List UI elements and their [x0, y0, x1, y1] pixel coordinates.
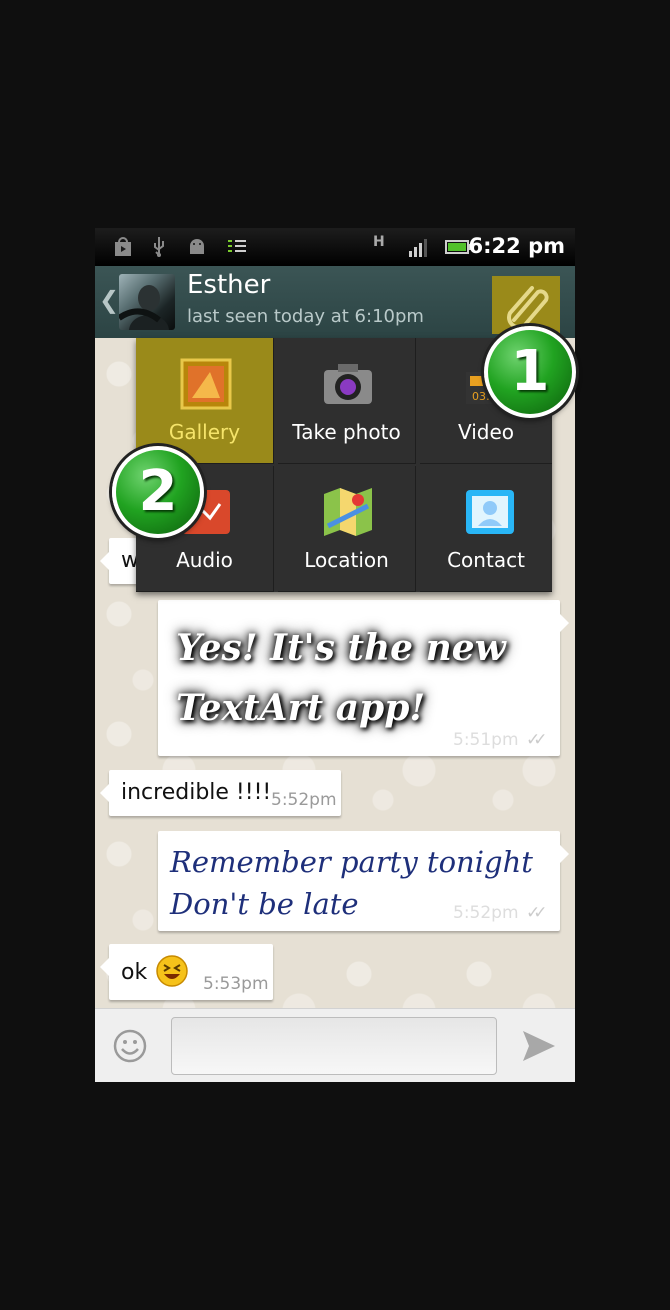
message-bubble-incoming[interactable]: ok 5:53pm: [100, 944, 273, 1000]
message-time: 5:53pm: [203, 974, 269, 994]
read-ticks-icon: ✓✓: [526, 730, 547, 750]
chat-header: ❮ Esther last seen today at 6:10pm: [95, 266, 575, 340]
status-time: 6:22 pm: [468, 234, 565, 258]
smiley-icon[interactable]: [113, 1029, 147, 1063]
message-bubble-incoming[interactable]: incredible !!!! 5:52pm: [100, 770, 341, 816]
message-bubble-outgoing[interactable]: Yes! It's the new TextArt app! 5:51pm ✓✓: [158, 600, 569, 756]
android-debug-icon: [190, 239, 204, 254]
network-type-label: H: [373, 234, 385, 250]
message-input[interactable]: [171, 1017, 497, 1075]
message-time: 5:52pm: [271, 790, 337, 810]
message-text: incredible !!!!: [121, 780, 272, 805]
gallery-icon: [180, 358, 232, 410]
laughing-face-icon: [156, 955, 188, 987]
attach-take-photo[interactable]: Take photo: [278, 338, 416, 464]
contact-name[interactable]: Esther: [187, 270, 270, 300]
battery-icon: [445, 240, 471, 254]
back-chevron-icon[interactable]: ❮: [99, 286, 119, 314]
message-bubble-outgoing[interactable]: Remember party tonight Don't be late 5:5…: [158, 831, 569, 931]
attach-label: Video: [457, 420, 515, 444]
usb-icon: [154, 237, 164, 257]
message-time: 5:52pm: [453, 903, 519, 923]
map-icon: [324, 488, 372, 536]
attach-contact[interactable]: Contact: [420, 466, 552, 592]
attach-label: Location: [304, 548, 389, 572]
avatar[interactable]: [119, 274, 175, 330]
send-arrow-icon[interactable]: [521, 1029, 557, 1063]
callout-badge-2: 2: [112, 446, 204, 538]
contact-card-icon: [466, 490, 514, 534]
camera-icon: [324, 364, 372, 404]
sync-icon: [228, 240, 246, 252]
status-bar: H 6:22 pm: [95, 228, 575, 266]
play-store-icon: [115, 237, 131, 256]
attach-label: Gallery: [168, 420, 241, 444]
signal-icon: [409, 239, 427, 257]
attach-label: Take photo: [292, 420, 401, 444]
attach-label: Audio: [176, 548, 233, 572]
message-input-bar: [95, 1008, 575, 1082]
read-ticks-icon: ✓✓: [526, 903, 547, 923]
last-seen-status: last seen today at 6:10pm: [187, 306, 424, 327]
attach-label: Contact: [447, 548, 525, 572]
callout-badge-1: 1: [484, 326, 576, 418]
attach-location[interactable]: Location: [278, 466, 416, 592]
message-time: 5:51pm: [453, 730, 519, 750]
textart-image-text: Yes! It's the new TextArt app!: [176, 627, 506, 729]
message-text: ok: [121, 960, 148, 985]
